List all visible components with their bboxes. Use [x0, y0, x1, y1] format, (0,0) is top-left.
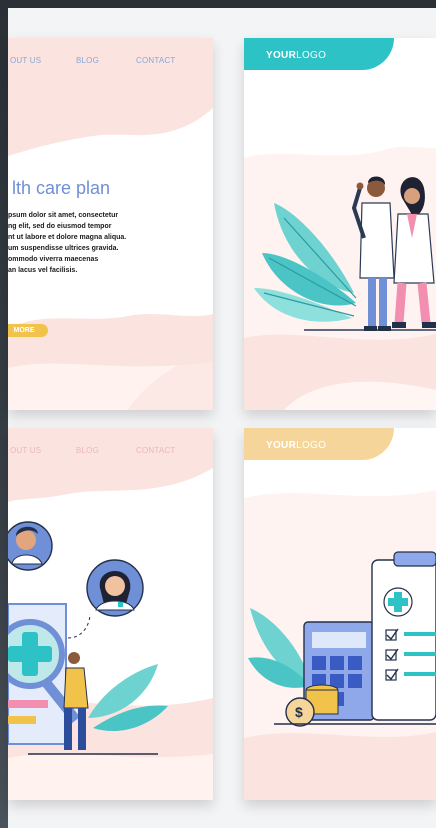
landing-page-card-search: OUT US BLOG CONTACT [8, 428, 213, 800]
hero-line: um suspendisse ultrices gravida. [8, 245, 119, 252]
search-doctor-illustration [8, 521, 168, 755]
hero-paragraph: psum dolor sit amet, consectetur ng elit… [8, 210, 208, 276]
landing-page-card-doctors: YOURLOGO [244, 38, 436, 410]
nav-contact[interactable]: CONTACT [136, 56, 175, 65]
clipboard [371, 559, 436, 721]
top-navigation: OUT US BLOG CONTACT [8, 56, 213, 70]
hero-line: psum dolor sit amet, consectetur [8, 212, 119, 219]
mockup-grid: OUT US BLOG CONTACT lth care plan psum d… [8, 8, 436, 828]
hero-line: nt ut labore et dolore magna aliqua. [8, 234, 127, 241]
doctor-head [404, 188, 420, 204]
landing-page-card-checklist: YOURLOGO $ [244, 428, 436, 800]
nav-about-us[interactable]: OUT US [10, 56, 41, 65]
svg-text:$: $ [295, 704, 303, 720]
checklist-illustration: $ [248, 551, 436, 727]
nav-blog[interactable]: BLOG [76, 56, 99, 65]
hero-title: lth care plan [12, 178, 111, 198]
landing-page-card-health-plan: OUT US BLOG CONTACT lth care plan psum d… [8, 38, 213, 410]
hero-line: ng elit, sed do eiusmod tempor [8, 223, 112, 230]
hero-line: ommodo viverra maecenas [8, 256, 99, 263]
hero-line: an lacus vel facilisis. [8, 267, 78, 274]
doctor-coat [359, 202, 395, 279]
read-more-button[interactable]: MORE [8, 324, 48, 337]
doctors-illustration [254, 176, 436, 331]
